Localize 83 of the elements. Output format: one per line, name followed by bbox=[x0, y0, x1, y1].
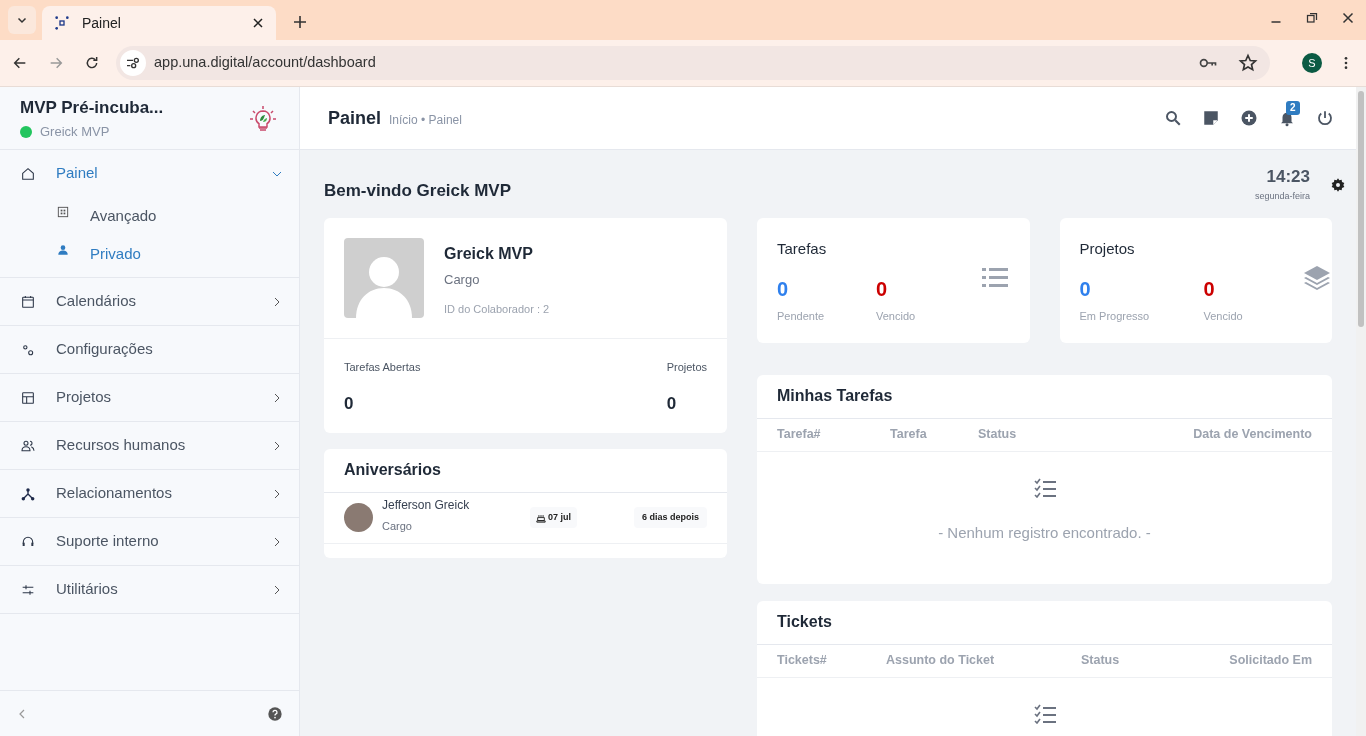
sidebar-item[interactable]: Relacionamentos bbox=[0, 470, 299, 517]
checklist-icon bbox=[1033, 703, 1056, 724]
star-icon[interactable] bbox=[1238, 53, 1258, 73]
new-tab-icon[interactable] bbox=[292, 14, 308, 30]
reload-icon[interactable] bbox=[84, 55, 100, 71]
power-icon[interactable] bbox=[1316, 109, 1334, 127]
submenu-item[interactable]: Privado bbox=[0, 235, 299, 273]
card-title: Tarefas bbox=[777, 238, 828, 259]
column-header: Assunto do Ticket bbox=[886, 652, 996, 670]
metric-value: 0 bbox=[777, 277, 790, 302]
checklist-icon bbox=[1033, 477, 1056, 498]
stat-label: Tarefas Abertas bbox=[344, 359, 421, 375]
card-title: Projetos bbox=[1079, 238, 1136, 259]
stat-value: 0 bbox=[344, 393, 355, 415]
site-settings-icon[interactable] bbox=[125, 55, 141, 71]
scrollbar-thumb[interactable] bbox=[1358, 91, 1364, 327]
metric-value: 0 bbox=[1079, 277, 1092, 302]
sidebar-item[interactable]: Configurações bbox=[0, 326, 299, 373]
person-name: Jefferson Greick bbox=[382, 497, 471, 515]
close-icon[interactable] bbox=[1342, 12, 1354, 24]
column-header: Data de Vencimento bbox=[1193, 426, 1312, 444]
restore-icon[interactable] bbox=[1306, 12, 1318, 24]
user-name: Greick MVP bbox=[40, 123, 110, 141]
sidebar-item[interactable]: Suporte interno bbox=[0, 518, 299, 565]
sidebar-item[interactable]: Painel bbox=[0, 150, 299, 197]
column-header: Status bbox=[1081, 652, 1121, 670]
network-nodes-icon bbox=[54, 15, 70, 31]
card-title: Aniversários bbox=[344, 460, 441, 480]
stat-value: 0 bbox=[666, 393, 677, 415]
sticky-note-icon[interactable] bbox=[1202, 109, 1220, 127]
metric-label: Em Progresso bbox=[1079, 309, 1151, 324]
card-title: Tickets bbox=[777, 612, 832, 632]
person-icon bbox=[56, 243, 70, 257]
sidebar-item[interactable]: Utilitários bbox=[0, 566, 299, 613]
address-bar[interactable]: app.una.digital/account/dashboard bbox=[116, 46, 1270, 80]
help-icon[interactable] bbox=[267, 705, 283, 722]
grid-icon bbox=[56, 205, 70, 219]
back-arrow-icon[interactable] bbox=[12, 55, 28, 71]
house-icon bbox=[20, 165, 36, 182]
search-icon[interactable] bbox=[1164, 109, 1182, 127]
welcome-heading: Bem-vindo Greick MVP bbox=[324, 180, 513, 202]
days-until-label: 6 dias depois bbox=[633, 506, 707, 529]
metric-value: 0 bbox=[876, 277, 889, 302]
employee-id: ID do Colaborador : 2 bbox=[444, 302, 550, 317]
add-circle-icon[interactable] bbox=[1240, 109, 1258, 127]
submenu-item[interactable]: Avançado bbox=[0, 197, 299, 235]
calendar-icon bbox=[20, 293, 36, 310]
browser-tab[interactable]: Painel bbox=[42, 6, 276, 40]
stat-label: Projetos bbox=[666, 359, 707, 375]
settings-icon[interactable] bbox=[1330, 177, 1346, 193]
url-text: app.una.digital/account/dashboard bbox=[154, 53, 377, 73]
profile-avatar[interactable]: S bbox=[1302, 53, 1322, 73]
weekday-label: segunda-feira bbox=[1254, 189, 1310, 203]
tab-list-button[interactable] bbox=[8, 6, 36, 34]
empty-state-message: - Nenhum registro encontrado. - bbox=[938, 522, 1151, 543]
nodes-icon bbox=[20, 485, 36, 502]
clock-time: 14:23 bbox=[1266, 166, 1310, 188]
profile-name: Greick MVP bbox=[444, 243, 534, 264]
card-title: Minhas Tarefas bbox=[777, 386, 893, 406]
breadcrumb: Início • Painel bbox=[389, 112, 463, 129]
column-header: Tarefa# bbox=[777, 426, 822, 444]
metric-label: Vencido bbox=[1203, 309, 1244, 324]
page-title: Painel bbox=[328, 106, 382, 130]
cake-icon bbox=[536, 512, 546, 523]
column-header: Tarefa bbox=[890, 426, 928, 444]
metric-value: 0 bbox=[1203, 277, 1216, 302]
sidebar-item[interactable]: Recursos humanos bbox=[0, 422, 299, 469]
organization-name: MVP Pré-incuba... bbox=[20, 96, 165, 119]
sidebar-item[interactable]: Projetos bbox=[0, 374, 299, 421]
metric-label: Vencido bbox=[876, 309, 917, 324]
profile-role: Cargo bbox=[444, 270, 481, 289]
close-icon[interactable] bbox=[252, 17, 264, 29]
person-role: Cargo bbox=[382, 519, 413, 535]
metric-label: Pendente bbox=[777, 309, 826, 324]
tab-title: Painel bbox=[82, 13, 122, 33]
column-header: Solicitado Em bbox=[1229, 652, 1312, 670]
column-header: Tickets# bbox=[777, 652, 828, 670]
birthday-date: 07 jul bbox=[548, 510, 571, 524]
layers-icon bbox=[1302, 264, 1331, 291]
sidebar-item[interactable]: Calendários bbox=[0, 278, 299, 325]
column-header: Status bbox=[978, 426, 1018, 444]
notification-badge: 2 bbox=[1286, 101, 1300, 115]
panels-icon bbox=[20, 389, 36, 406]
